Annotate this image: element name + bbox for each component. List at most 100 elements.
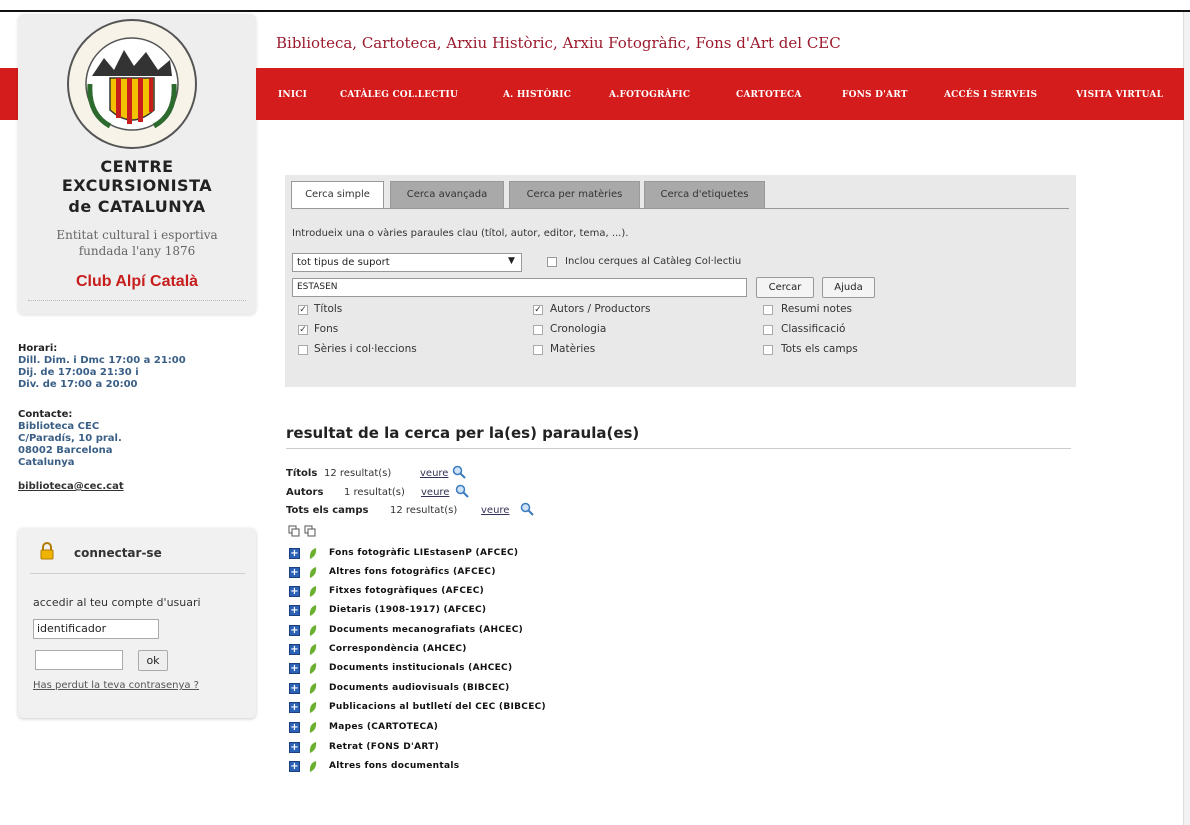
contact-line: Catalunya bbox=[18, 457, 75, 468]
contact-line: Biblioteca CEC bbox=[18, 421, 100, 432]
expand-node-button[interactable]: + bbox=[289, 742, 300, 753]
leaf-icon bbox=[309, 761, 317, 772]
contact-email-link[interactable]: biblioteca@cec.cat bbox=[18, 481, 124, 492]
lock-icon bbox=[40, 542, 54, 560]
tree-item[interactable]: Publicacions al butlletí del CEC (BIBCEC… bbox=[329, 702, 546, 712]
tree-item[interactable]: Documents mecanografiats (AHCEC) bbox=[329, 625, 523, 635]
option-checkbox-titles[interactable]: ✓ bbox=[298, 305, 308, 315]
expand-node-button[interactable]: + bbox=[289, 702, 300, 713]
catalog-checkbox-label: Inclou cerques al Catàleg Col·lectiu bbox=[565, 256, 742, 267]
option-checkbox-series[interactable] bbox=[298, 345, 308, 355]
password-input[interactable] bbox=[35, 650, 123, 670]
view-all-fields-link[interactable]: veure bbox=[481, 505, 509, 516]
option-label: Fons bbox=[314, 323, 339, 335]
login-title: connectar-se bbox=[74, 546, 162, 560]
option-checkbox-fons[interactable]: ✓ bbox=[298, 325, 308, 335]
view-titles-link[interactable]: veure bbox=[420, 468, 448, 479]
panel-divider bbox=[28, 300, 246, 301]
login-divider bbox=[30, 573, 245, 574]
nav-item-catalog[interactable]: CATÀLEG COL.LECTIU bbox=[340, 90, 458, 100]
summary-label-all-fields: Tots els camps bbox=[286, 505, 369, 516]
support-type-select[interactable]: tot tipus de suport bbox=[292, 253, 522, 272]
option-checkbox-authors[interactable]: ✓ bbox=[533, 305, 543, 315]
summary-count: 1 resultat(s) bbox=[344, 487, 405, 498]
leaf-icon bbox=[309, 567, 317, 578]
expand-node-button[interactable]: + bbox=[289, 586, 300, 597]
option-checkbox-chronology[interactable] bbox=[533, 325, 543, 335]
nav-item-fons-art[interactable]: FONS D'ART bbox=[842, 90, 908, 100]
search-hint: Introdueix una o vàries paraules clau (t… bbox=[292, 228, 629, 239]
chevron-down-icon: ▼ bbox=[508, 256, 515, 266]
option-checkbox-all-fields[interactable] bbox=[763, 345, 773, 355]
contact-line: C/Paradís, 10 pral. bbox=[18, 433, 122, 444]
tree-item[interactable]: Altres fons fotogràfics (AFCEC) bbox=[329, 567, 496, 577]
leaf-icon bbox=[309, 683, 317, 694]
expand-node-button[interactable]: + bbox=[289, 722, 300, 733]
hours-line: Dill. Dim. i Dmc 17:00 a 21:00 bbox=[18, 355, 186, 366]
results-heading: resultat de la cerca per la(es) paraula(… bbox=[286, 424, 640, 442]
nav-item-virtual-visit[interactable]: VISITA VIRTUAL bbox=[1076, 90, 1163, 100]
nav-item-cartoteca[interactable]: CARTOTECA bbox=[736, 90, 802, 100]
option-label: Classificació bbox=[781, 323, 846, 335]
view-authors-link[interactable]: veure bbox=[421, 487, 449, 498]
expand-node-button[interactable]: + bbox=[289, 625, 300, 636]
magnifier-icon[interactable] bbox=[520, 502, 534, 516]
expand-node-button[interactable]: + bbox=[289, 683, 300, 694]
forgot-password-link[interactable]: Has perdut la teva contrasenya ? bbox=[33, 680, 199, 691]
tree-item[interactable]: Retrat (FONS D'ART) bbox=[329, 742, 439, 752]
option-label: Matèries bbox=[550, 343, 596, 355]
tree-item[interactable]: Documents institucionals (AHCEC) bbox=[329, 663, 512, 673]
leaf-icon bbox=[309, 702, 317, 713]
option-checkbox-notes[interactable] bbox=[763, 305, 773, 315]
org-tagline: Entitat cultural i esportiva fundada l'a… bbox=[18, 227, 256, 259]
catalog-checkbox[interactable] bbox=[547, 257, 557, 267]
nav-item-photographic[interactable]: A.FOTOGRÀFIC bbox=[609, 90, 690, 100]
tree-item[interactable]: Fons fotogràfic LIEstasenP (AFCEC) bbox=[329, 548, 518, 558]
contact-line: 08002 Barcelona bbox=[18, 445, 113, 456]
leaf-icon bbox=[309, 625, 317, 636]
hours-line: Dij. de 17:00a 21:30 i bbox=[18, 367, 139, 378]
cec-emblem-logo[interactable] bbox=[62, 14, 202, 154]
login-account-label: accedir al teu compte d'usuari bbox=[33, 596, 201, 609]
expand-node-button[interactable]: + bbox=[289, 663, 300, 674]
page-scrollbar[interactable] bbox=[1183, 12, 1190, 825]
tree-item[interactable]: Altres fons documentals bbox=[329, 761, 459, 771]
nav-item-access[interactable]: ACCÉS I SERVEIS bbox=[944, 90, 1037, 100]
option-checkbox-classification[interactable] bbox=[763, 325, 773, 335]
expand-node-button[interactable]: + bbox=[289, 644, 300, 655]
leaf-icon bbox=[309, 722, 317, 733]
org-name-line3: de CATALUNYA bbox=[68, 197, 206, 216]
expand-node-button[interactable]: + bbox=[289, 548, 300, 559]
tab-subject-search[interactable]: Cerca per matèries bbox=[509, 181, 640, 208]
collapse-all-icon[interactable] bbox=[304, 525, 316, 537]
tab-tag-search[interactable]: Cerca d'etiquetes bbox=[644, 181, 765, 208]
tree-item[interactable]: Fitxes fotogràfiques (AFCEC) bbox=[329, 586, 484, 596]
nav-item-inici[interactable]: INICI bbox=[278, 90, 307, 100]
username-input[interactable]: identificador bbox=[33, 619, 159, 639]
login-ok-button[interactable]: ok bbox=[138, 650, 168, 671]
option-label: Títols bbox=[314, 303, 343, 315]
option-label: Tots els camps bbox=[781, 343, 858, 355]
org-name-line2: EXCURSIONISTA bbox=[61, 176, 213, 195]
leaf-icon bbox=[309, 548, 317, 559]
leaf-icon bbox=[309, 586, 317, 597]
site-title[interactable]: Biblioteca, Cartoteca, Arxiu Històric, A… bbox=[276, 34, 841, 52]
tab-advanced-search[interactable]: Cerca avançada bbox=[390, 181, 504, 208]
tree-item[interactable]: Correspondència (AHCEC) bbox=[329, 644, 467, 654]
magnifier-icon[interactable] bbox=[452, 465, 466, 479]
search-input[interactable]: ESTASEN bbox=[292, 278, 747, 297]
expand-node-button[interactable]: + bbox=[289, 567, 300, 578]
leaf-icon bbox=[309, 644, 317, 655]
tree-item[interactable]: Documents audiovisuals (BIBCEC) bbox=[329, 683, 510, 693]
tab-simple-search[interactable]: Cerca simple bbox=[291, 181, 384, 208]
tree-item[interactable]: Dietaris (1908-1917) (AFCEC) bbox=[329, 605, 486, 615]
magnifier-icon[interactable] bbox=[455, 484, 469, 498]
nav-item-historic[interactable]: A. HISTÒRIC bbox=[503, 90, 571, 100]
expand-node-button[interactable]: + bbox=[289, 761, 300, 772]
search-button[interactable]: Cercar bbox=[756, 277, 814, 298]
expand-all-icon[interactable] bbox=[288, 525, 300, 537]
help-button[interactable]: Ajuda bbox=[822, 277, 875, 298]
expand-node-button[interactable]: + bbox=[289, 605, 300, 616]
tree-item[interactable]: Mapes (CARTOTECA) bbox=[329, 722, 438, 732]
option-checkbox-subjects[interactable] bbox=[533, 345, 543, 355]
